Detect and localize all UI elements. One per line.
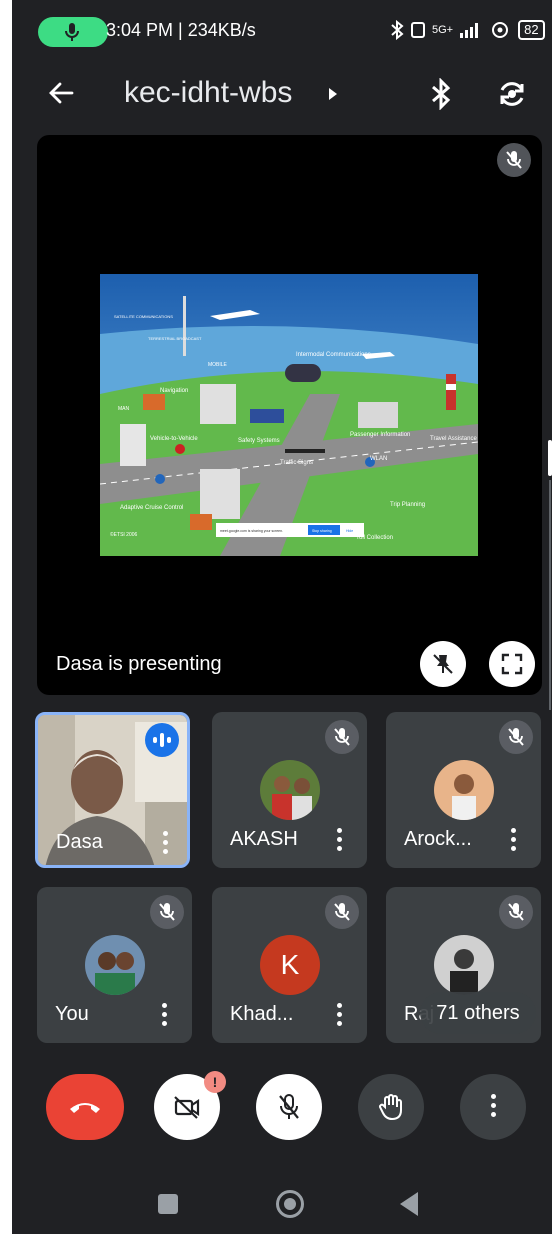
slide-label-intermodal: Intermodal Communications	[296, 352, 371, 358]
meet-screen: 3:04 PM | 234KB/s 5G+ 82 kec-idht-wbs SA…	[12, 0, 552, 1234]
more-options-button[interactable]	[460, 1074, 526, 1140]
participant-name: Dasa	[56, 831, 103, 853]
more-options-icon[interactable]	[508, 828, 518, 854]
meeting-code-title[interactable]: kec-idht-wbs	[124, 76, 292, 110]
participant-name: AKASH	[230, 828, 298, 850]
avatar	[434, 935, 494, 995]
slide-label-v2v: Vehicle-to-Vehicle	[150, 436, 198, 442]
slide-label-mobile: MOBILE	[208, 362, 228, 368]
avatar-initial: K	[260, 935, 320, 995]
status-time-speed: 3:04 PM | 234KB/s	[106, 20, 256, 40]
more-options-icon[interactable]	[334, 1003, 344, 1029]
more-options-icon[interactable]	[159, 1003, 169, 1029]
slide-label-wlan: WLAN	[370, 456, 387, 462]
more-options-icon[interactable]	[334, 828, 344, 854]
participant-tile-akash[interactable]: AKASH	[212, 712, 367, 868]
end-call-button[interactable]	[46, 1074, 124, 1140]
caret-right-icon[interactable]	[328, 87, 338, 101]
videocam-off-icon	[174, 1096, 200, 1119]
slide-label-man: MAN	[118, 406, 130, 412]
hide-banner-link[interactable]: Hide	[346, 529, 353, 533]
mic-in-use-indicator[interactable]	[38, 17, 108, 47]
unpin-button[interactable]	[420, 641, 466, 687]
bluetooth-status-icon	[391, 20, 404, 40]
network-type: 5G+	[432, 24, 454, 36]
participant-tile-dasa[interactable]: Dasa	[35, 712, 190, 868]
slide-label-acc: Adaptive Cruise Control	[120, 505, 183, 511]
slide-label-safety: Safety Systems	[238, 438, 280, 444]
mic-off-icon	[325, 720, 359, 754]
slide-label-trip: Trip Planning	[390, 502, 425, 508]
meeting-header: kec-idht-wbs	[12, 62, 552, 126]
arrow-back-icon[interactable]	[48, 80, 74, 106]
participant-name: You	[55, 1003, 89, 1025]
stop-sharing-label: Stop sharing	[312, 529, 332, 533]
mic-off-icon	[279, 1094, 299, 1119]
sharing-banner-text: meet.google.com is sharing your screen.	[220, 529, 283, 533]
presenting-label: Dasa is presenting	[56, 653, 222, 675]
participant-tile-khad[interactable]: K Khad...	[212, 887, 367, 1043]
battery-indicator: 82	[518, 20, 545, 40]
home-icon[interactable]	[276, 1190, 304, 1218]
call-end-icon	[70, 1103, 100, 1113]
microphone-toggle-button[interactable]	[256, 1074, 322, 1140]
participant-tile-arock[interactable]: Arock...	[386, 712, 541, 868]
back-triangle-icon[interactable]	[400, 1192, 418, 1216]
raise-hand-button[interactable]	[358, 1074, 424, 1140]
avatar	[260, 760, 320, 820]
slide-label-passenger: Passenger Information	[350, 432, 410, 438]
more-vert-icon	[488, 1094, 498, 1120]
presentation-tile[interactable]: SATELLITE COMMUNICATIONS TERRESTRIAL BRO…	[37, 135, 542, 695]
mic-off-icon	[150, 895, 184, 929]
system-navigation-bar	[12, 1170, 552, 1234]
scrollbar-thumb[interactable]	[548, 440, 552, 476]
mic-off-icon	[325, 895, 359, 929]
recents-icon[interactable]	[158, 1194, 178, 1214]
slide-label-terrestrial: TERRESTRIAL BROADCAST	[148, 336, 202, 341]
participant-tile-you[interactable]: You	[37, 887, 192, 1043]
others-count-button[interactable]: 71 others	[420, 992, 536, 1034]
slide-label-navigation: Navigation	[160, 388, 188, 394]
hand-icon	[379, 1094, 402, 1121]
fullscreen-icon	[501, 653, 523, 675]
mic-off-icon	[499, 720, 533, 754]
scrollbar-track	[549, 480, 551, 710]
mic-off-icon	[497, 143, 531, 177]
pin-off-icon	[433, 654, 453, 674]
camera-alert-badge: !	[204, 1071, 226, 1093]
avatar	[85, 935, 145, 995]
hotspot-icon	[492, 22, 509, 38]
bluetooth-audio-icon[interactable]	[430, 78, 452, 110]
slide-label-etsi: ©ETSI 2006	[110, 531, 138, 538]
slide-label-signs: Traffic Signs	[280, 460, 313, 466]
slide-label-travel: Travel Assistance	[430, 436, 477, 442]
speaking-indicator-icon	[145, 723, 179, 757]
slide-label-satellite: SATELLITE COMMUNICATIONS	[114, 314, 173, 319]
mic-off-icon	[499, 895, 533, 929]
microphone-icon	[65, 23, 79, 41]
shared-slide: SATELLITE COMMUNICATIONS TERRESTRIAL BRO…	[100, 274, 478, 556]
switch-camera-icon[interactable]	[496, 78, 528, 110]
avatar	[434, 760, 494, 820]
fullscreen-button[interactable]	[489, 641, 535, 687]
participant-name: Khad...	[230, 1003, 294, 1025]
status-icons: 5G+ 82	[390, 18, 545, 42]
signal-icon	[460, 23, 479, 38]
participant-name: Arock...	[404, 828, 472, 850]
its-illustration: SATELLITE COMMUNICATIONS TERRESTRIAL BRO…	[100, 274, 478, 556]
vibrate-icon	[411, 22, 425, 38]
more-options-icon[interactable]	[160, 831, 170, 857]
status-bar: 3:04 PM | 234KB/s 5G+ 82	[12, 0, 552, 62]
